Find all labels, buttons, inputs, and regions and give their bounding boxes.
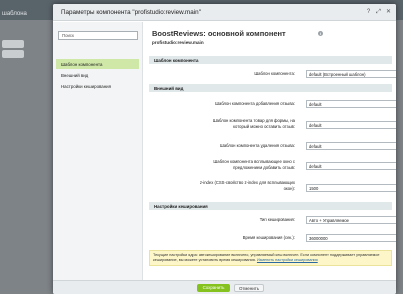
cache-time-label: Время кеширования (сек.):: [242, 235, 295, 240]
component-params-dialog: Параметры компонента "profistudio:review…: [53, 4, 396, 294]
info-icon[interactable]: i: [318, 31, 323, 36]
cache-note: Текущие настройки ядра: автокеширование …: [149, 250, 392, 266]
save-button[interactable]: Сохранить: [197, 284, 230, 292]
delete-review-template-label: Шаблон компонента удаления отзыва:: [219, 143, 295, 148]
section-appearance: Внешний вид: [149, 84, 392, 92]
background-button: [2, 40, 24, 48]
component-code: profistudio:review.main: [152, 40, 204, 45]
settings-content: BoostReviews: основной компонент i profi…: [144, 22, 396, 280]
background-title: шаблона: [2, 11, 27, 17]
cache-type-label: Тип кеширования:: [259, 217, 295, 222]
template-label: Шаблон компонента:: [254, 71, 295, 76]
help-icon[interactable]: ?: [365, 9, 372, 16]
cache-settings-link[interactable]: Изменить настройки кеширования: [257, 258, 318, 262]
delete-review-template-input[interactable]: default: [306, 142, 396, 150]
product-template-input[interactable]: default: [306, 121, 396, 129]
section-cache: Настройки кеширования: [149, 202, 392, 210]
cache-type-select[interactable]: Авто + Управляемое ▾: [306, 216, 396, 224]
close-icon[interactable]: ✕: [385, 9, 392, 16]
dialog-footer: Сохранить Отменить: [53, 280, 396, 294]
popup-template-label: Шаблон компонента всплывающее окно с пре…: [213, 159, 295, 170]
add-review-template-input[interactable]: default: [306, 100, 396, 108]
template-select[interactable]: default (Встроенный шаблон) ▾: [306, 70, 396, 78]
background-button: [2, 50, 24, 58]
expand-icon[interactable]: ⤢: [375, 9, 382, 16]
product-template-label: Шаблон компонента товар для формы, на ко…: [212, 118, 295, 129]
dialog-title: Параметры компонента "profistudio:review…: [61, 8, 201, 16]
sidebar-item-cache[interactable]: Настройки кеширования: [56, 81, 139, 91]
cancel-button[interactable]: Отменить: [234, 284, 264, 292]
z-index-label: z-index (CSS-свойство z-index для всплыв…: [199, 180, 295, 191]
add-review-template-label: Шаблон компонента добавления отзыва:: [215, 101, 295, 106]
section-template: Шаблон компонента: [149, 56, 392, 64]
z-index-input[interactable]: 1500: [306, 184, 396, 192]
template-select-value: default (Встроенный шаблон): [309, 72, 366, 78]
sidebar-item-appearance[interactable]: Внешний вид: [56, 70, 139, 80]
component-title: BoostReviews: основной компонент: [152, 29, 286, 38]
cache-type-value: Авто + Управляемое: [309, 218, 349, 224]
sidebar-item-template[interactable]: Шаблон компонента: [56, 59, 139, 69]
search-input[interactable]: Поиск: [58, 31, 138, 40]
cache-time-input[interactable]: 36000000: [306, 234, 396, 242]
dialog-titlebar: Параметры компонента "profistudio:review…: [53, 4, 396, 21]
popup-template-input[interactable]: default: [306, 162, 396, 170]
settings-sidebar: Поиск Шаблон компонента Внешний вид Наст…: [53, 22, 143, 280]
